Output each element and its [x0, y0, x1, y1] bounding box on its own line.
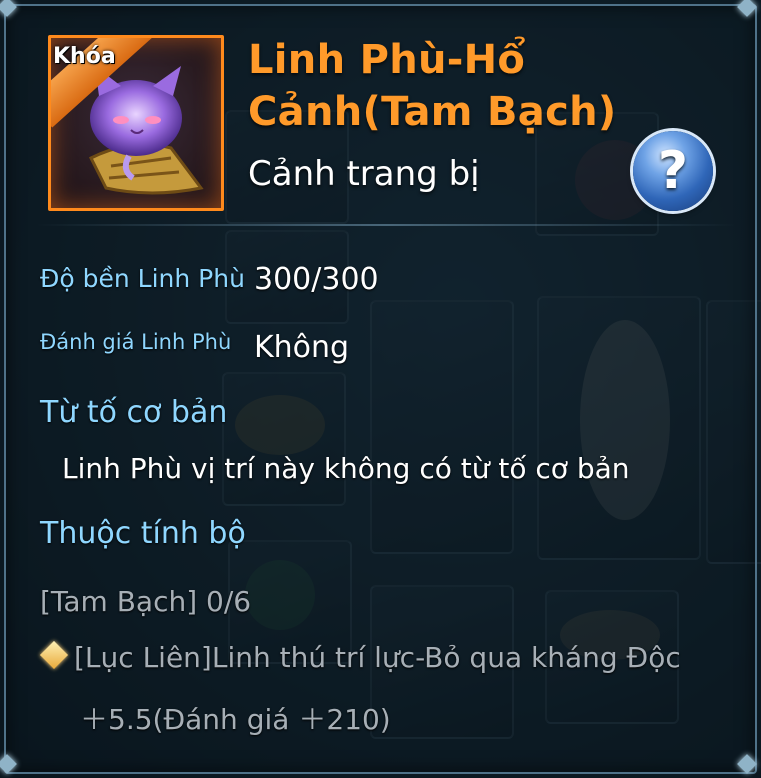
- item-tooltip-panel: Khóa Linh Phù-Hổ Cảnh(Tam Bạch) Cảnh tra…: [0, 0, 761, 778]
- rating-value: Không: [254, 330, 350, 365]
- durability-value: 300/300: [254, 262, 379, 297]
- item-subtitle: Cảnh trang bị: [248, 154, 480, 194]
- help-button[interactable]: ?: [633, 131, 713, 211]
- question-mark-icon: ?: [657, 141, 689, 201]
- set-bonus-line-2: ＋5.5(Đánh giá ＋210): [80, 703, 391, 736]
- lock-badge: Khóa: [53, 44, 116, 69]
- durability-label: Độ bền Linh Phù: [40, 264, 245, 293]
- basic-affix-heading: Từ tố cơ bản: [40, 395, 228, 430]
- set-attribute-heading: Thuộc tính bộ: [40, 516, 246, 551]
- set-bonus-line-1: [Lục Liên]Linh thú trí lực-Bỏ qua kháng …: [74, 641, 681, 674]
- basic-affix-text: Linh Phù vị trí này không có từ tố cơ bả…: [62, 452, 630, 485]
- rating-label: Đánh giá Linh Phù: [40, 330, 232, 354]
- item-title: Linh Phù-Hổ Cảnh(Tam Bạch): [248, 37, 617, 135]
- header-divider: [36, 224, 736, 226]
- item-icon: Khóa: [48, 35, 224, 211]
- set-progress: [Tam Bạch] 0/6: [40, 585, 252, 618]
